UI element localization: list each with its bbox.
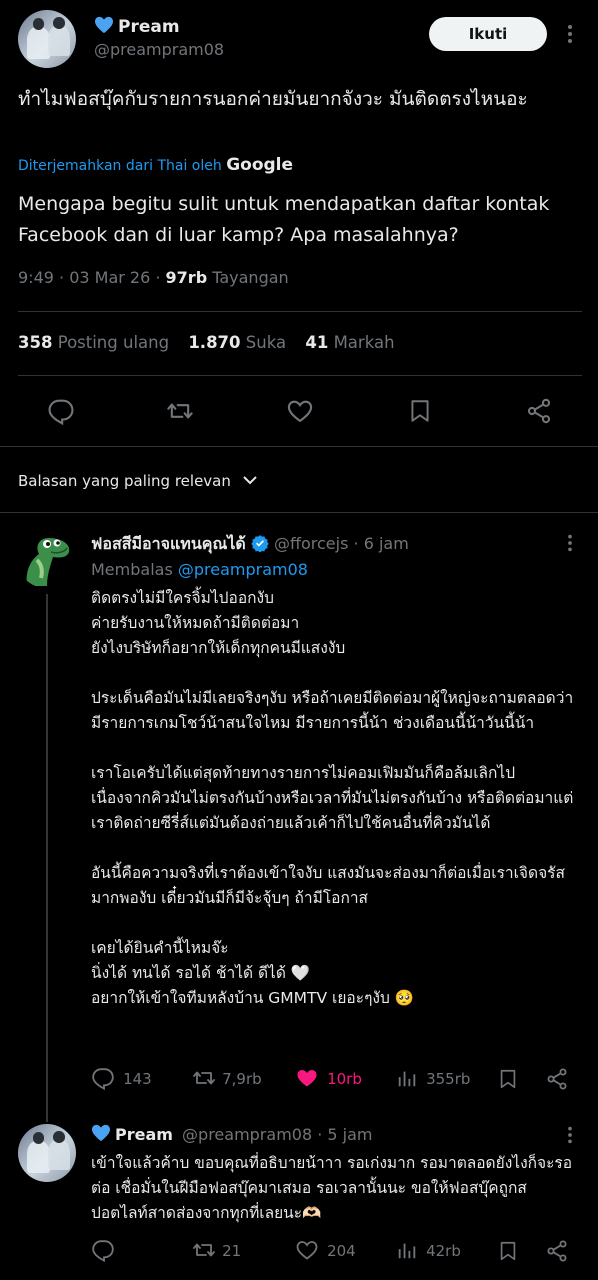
reply2-views[interactable]: 42rb — [396, 1238, 461, 1262]
translation-attribution[interactable]: Diterjemahkan dari Thai oleh Google — [18, 155, 293, 175]
bookmark-icon — [411, 400, 429, 422]
tweet-stats: 358 Posting ulang 1.870 Suka 41 Markah — [18, 333, 395, 352]
tweet-meta: 9:49 · 03 Mar 26 · 97rb Tayangan — [18, 268, 289, 287]
bookmark-icon — [500, 1069, 516, 1089]
more-options-icon[interactable] — [562, 22, 578, 46]
reply2-like-button[interactable]: 204 — [295, 1238, 356, 1262]
share-icon — [547, 1068, 567, 1090]
reply-icon — [92, 1068, 114, 1091]
views-chart-icon — [398, 1243, 416, 1259]
reposts-stat[interactable]: 358 Posting ulang — [18, 333, 169, 352]
reply-icon — [92, 1240, 114, 1263]
section-divider — [0, 512, 598, 513]
reply1-header: ฟอสสีมีอาจแทนคุณได้ @fforcejs · 6 jam — [91, 532, 409, 557]
heart-filled-icon — [297, 1070, 317, 1087]
replying-to-handle[interactable]: @preampram08 — [178, 560, 308, 579]
reply1-replying-to: Membalas @preampram08 — [91, 560, 308, 579]
reply2-avatar[interactable] — [18, 1124, 76, 1182]
reply1-repost-button[interactable]: 7,9rb — [191, 1066, 262, 1090]
reply2-share-button[interactable] — [545, 1239, 569, 1267]
reply2-more-icon[interactable] — [562, 1124, 578, 1150]
blue-heart-icon — [92, 1124, 110, 1142]
reply2-handle[interactable]: @preampram08 — [182, 1125, 312, 1144]
reply-icon — [48, 399, 74, 425]
share-icon — [527, 398, 551, 424]
reply2-repost-button[interactable]: 21 — [191, 1238, 241, 1262]
like-button[interactable] — [286, 397, 314, 425]
tweet-text: ทำไมฟอสบุ๊คกับรายการนอกค่ายมันยากจังวะ ม… — [18, 88, 528, 110]
thread-connector — [46, 594, 48, 1122]
repost-icon — [193, 1071, 215, 1085]
reply1-time[interactable]: · 6 jam — [354, 534, 409, 553]
reply2-text: เข้าใจแล้วค้าบ ขอบคุณที่อธิบายน้าาา รอเก… — [91, 1154, 573, 1222]
likes-stat[interactable]: 1.870 Suka — [188, 333, 286, 352]
repost-icon — [193, 1243, 215, 1257]
reply1-views[interactable]: 355rb — [396, 1066, 470, 1090]
views-count: 97rb — [165, 268, 208, 287]
bookmarks-stat[interactable]: 41 Markah — [305, 333, 394, 352]
section-divider — [0, 446, 598, 447]
reply2-action-bar: 21 204 42rb — [91, 1238, 581, 1266]
reply2-author-name[interactable]: Pream — [115, 1125, 173, 1144]
views-chart-icon — [398, 1071, 416, 1087]
divider — [18, 311, 582, 312]
author-name[interactable]: Pream — [94, 16, 180, 37]
share-icon — [547, 1240, 567, 1262]
heart-icon — [287, 400, 313, 423]
author-avatar[interactable] — [18, 10, 76, 68]
follow-button[interactable]: Ikuti — [429, 17, 547, 51]
repost-icon — [167, 403, 193, 419]
repost-button[interactable] — [165, 397, 195, 425]
reply2-time[interactable]: · 5 jam — [317, 1125, 372, 1144]
reply-button[interactable] — [47, 397, 75, 425]
divider — [18, 375, 582, 376]
reply1-like-button[interactable]: 10rb — [295, 1066, 362, 1090]
translated-from-label: Diterjemahkan dari Thai oleh — [18, 158, 222, 174]
verified-badge-icon — [251, 535, 269, 553]
blue-heart-icon — [95, 16, 113, 34]
sort-replies-selector[interactable]: Balasan yang paling relevan — [18, 472, 258, 490]
tweet-time[interactable]: 9:49 · 03 Mar 26 · — [18, 268, 166, 287]
reply1-action-bar: 143 7,9rb 10rb 355rb — [91, 1066, 581, 1094]
translated-text: Mengapa begitu sulit untuk mendapatkan d… — [18, 193, 550, 246]
views-label: Tayangan — [207, 268, 289, 287]
reply1-more-icon[interactable] — [562, 532, 578, 558]
reply2-bookmark-button[interactable] — [497, 1239, 519, 1267]
chevron-down-icon — [242, 476, 257, 485]
share-button[interactable] — [525, 397, 553, 425]
author-handle[interactable]: @preampram08 — [94, 40, 224, 59]
reply1-share-button[interactable] — [545, 1067, 569, 1095]
reply1-reply-button[interactable]: 143 — [91, 1066, 152, 1091]
reply-avatar-dino[interactable] — [17, 530, 75, 588]
reply1-text: ติดตรงไม่มีใครจิ้มไปออกงับ ค่ายรับงานให้… — [91, 589, 574, 1007]
heart-icon — [296, 1241, 318, 1260]
reply1-handle[interactable]: @fforcejs — [274, 534, 348, 553]
reply1-author-name[interactable]: ฟอสสีมีอาจแทนคุณได้ — [91, 534, 246, 553]
reply1-bookmark-button[interactable] — [497, 1067, 519, 1095]
bookmark-button[interactable] — [407, 397, 433, 425]
bookmark-icon — [500, 1241, 516, 1261]
reply2-header: Pream @preampram08 · 5 jam — [91, 1124, 373, 1144]
reply2-reply-button[interactable] — [91, 1238, 115, 1266]
google-logo: Google — [226, 155, 294, 175]
